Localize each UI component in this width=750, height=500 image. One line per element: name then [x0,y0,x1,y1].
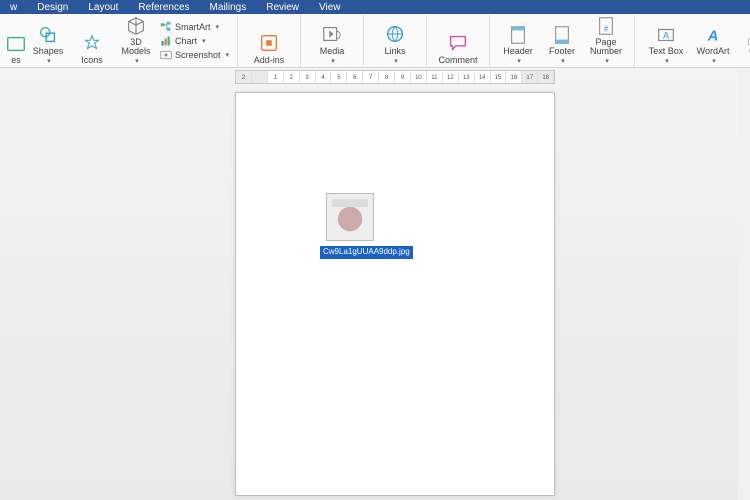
chart-button[interactable]: Chart▾ [160,35,229,47]
tab-partial[interactable]: w [0,2,27,13]
header-button[interactable]: Header▾ [496,15,540,65]
dropcap-button: A Drop Cap▾ [735,15,750,65]
textbox-icon: A [655,24,677,46]
wordart-icon: A [702,24,724,46]
svg-text:A: A [707,29,719,45]
tab-view[interactable]: View [309,2,351,13]
addins-button[interactable]: Add-ins [244,15,294,65]
group-links: Links▾ [364,14,427,67]
smartart-button[interactable]: SmartArt▾ [160,21,229,33]
document-page[interactable]: Cw9La1gUUAA9ddp.jpg [235,92,555,496]
group-text: A Text Box▾ A WordArt▾ A Drop Cap▾ [635,14,750,67]
comment-button[interactable]: Comment [433,15,483,65]
footer-button[interactable]: Footer▾ [540,15,584,65]
svg-text:#: # [604,25,609,34]
cube-icon [125,15,147,37]
page-number-icon: # [595,15,617,37]
image-thumbnail[interactable] [326,193,374,241]
icons-button[interactable]: Icons [70,15,114,65]
horizontal-ruler[interactable]: 2 123 456 789 101112 131415 161718 [235,70,555,84]
group-media: Media▾ [301,14,364,67]
tab-design[interactable]: Design [27,2,78,13]
screenshot-icon [160,49,172,61]
tab-review[interactable]: Review [256,2,309,13]
screenshot-button[interactable]: Screenshot▾ [160,49,229,61]
chart-icon [160,35,172,47]
pictures-button-partial[interactable]: es [6,15,26,65]
wordart-button[interactable]: A WordArt▾ [691,15,735,65]
tab-references[interactable]: References [128,2,199,13]
footer-icon [551,24,573,46]
media-icon [321,23,343,45]
group-illustrations: es Shapes▾ Icons 3D Models▾ SmartArt▾ Ch… [0,14,238,67]
icons-icon [81,33,103,55]
3d-models-button[interactable]: 3D Models▾ [114,15,158,65]
ribbon: es Shapes▾ Icons 3D Models▾ SmartArt▾ Ch… [0,14,750,68]
smartart-icon [160,21,172,33]
comment-icon [447,32,469,54]
group-addins: Add-ins [238,14,301,67]
shapes-icon [37,24,59,46]
inserted-image-object[interactable]: Cw9La1gUUAA9ddp.jpg [320,193,380,259]
vertical-scrollbar[interactable] [738,68,750,500]
links-icon [384,23,406,45]
header-icon [507,24,529,46]
tab-layout[interactable]: Layout [78,2,128,13]
group-comments: Comment [427,14,490,67]
tab-mailings[interactable]: Mailings [200,2,257,13]
document-area: 2 123 456 789 101112 131415 161718 Cw9La… [0,68,750,500]
media-button[interactable]: Media▾ [307,15,357,65]
textbox-button[interactable]: A Text Box▾ [641,15,691,65]
dropcap-icon: A [746,15,750,37]
svg-text:A: A [663,31,670,41]
group-headerfooter: Header▾ Footer▾ # Page Number▾ [490,14,635,67]
shapes-button[interactable]: Shapes▾ [26,15,70,65]
ribbon-tabs: w Design Layout References Mailings Revi… [0,0,750,14]
addins-icon [258,32,280,54]
image-filename-caption[interactable]: Cw9La1gUUAA9ddp.jpg [320,246,413,259]
links-button[interactable]: Links▾ [370,15,420,65]
page-number-button[interactable]: # Page Number▾ [584,15,628,65]
